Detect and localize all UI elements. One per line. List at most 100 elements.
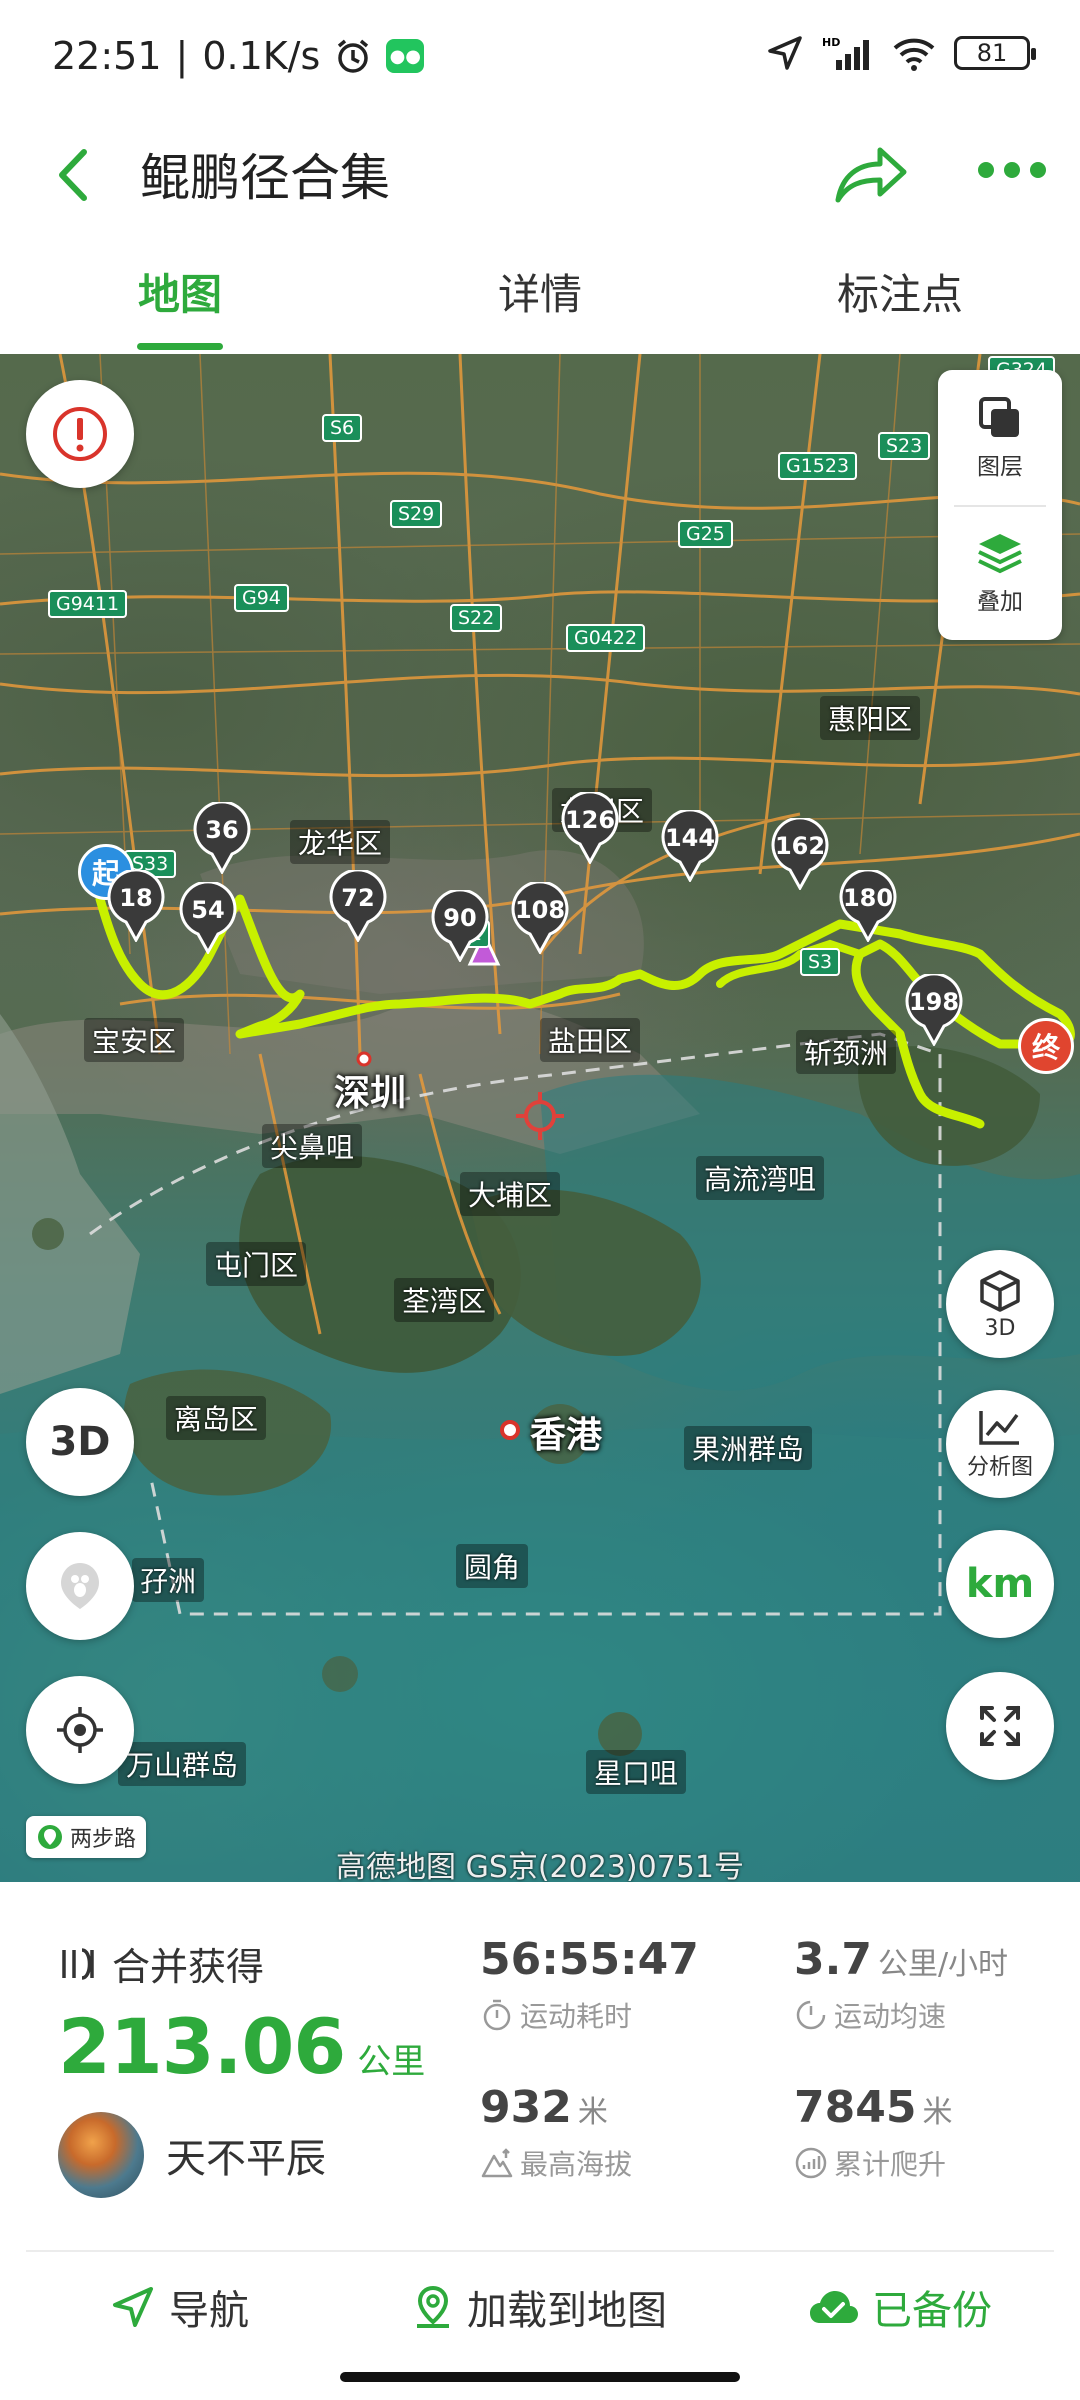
km-marker-180[interactable]: 180 [838, 870, 898, 942]
avatar[interactable] [58, 2112, 144, 2198]
km-marker-144[interactable]: 144 [660, 810, 720, 882]
highway-badge: G0422 [566, 624, 646, 652]
bottom-actions: 导航 加载到地图 已备份 [0, 2252, 1080, 2362]
place-label: 圆角 [456, 1544, 529, 1588]
km-marker-label: 162 [774, 832, 826, 860]
footprint-button[interactable] [26, 1532, 134, 1640]
km-marker-162[interactable]: 162 [770, 818, 830, 890]
highway-badge: S6 [322, 414, 363, 442]
alarm-icon [338, 39, 369, 73]
analysis-chart-button[interactable]: 分析图 [946, 1390, 1054, 1498]
back-arrow-icon[interactable] [40, 140, 110, 210]
highway-badge: S29 [390, 500, 443, 528]
crosshair-icon [57, 1707, 103, 1753]
net-speed: 0.1K/s [202, 34, 321, 78]
layers-panel: 图层 叠加 [938, 370, 1062, 640]
merge-info: 合并获得 [58, 1936, 264, 1991]
more-options-icon[interactable] [978, 162, 1046, 178]
layers-button[interactable]: 图层 [938, 370, 1062, 505]
highway-badge: S23 [878, 432, 931, 460]
place-label: 荃湾区 [394, 1278, 495, 1322]
km-marker-label: 126 [564, 806, 616, 834]
climb-unit: 米 [922, 2095, 953, 2130]
tab-map[interactable]: 地图 [0, 240, 360, 354]
max-alt-unit: 米 [577, 2095, 608, 2130]
cube-icon [980, 1269, 1020, 1312]
duration-value: 56:55:47 [480, 1934, 699, 1985]
km-marker-54[interactable]: 54 [178, 882, 238, 954]
avg-speed-value: 3.7 [794, 1934, 872, 1985]
max-alt-label: 最高海拔 [520, 2148, 633, 2181]
page-title: 鲲鹏径合集 [140, 149, 390, 207]
km-marker-label: 108 [514, 896, 566, 924]
total-distance: 213.06 公里 [58, 2002, 425, 2091]
alert-button[interactable] [26, 380, 134, 488]
place-label: 果洲群岛 [684, 1426, 813, 1470]
max-alt-value: 932 [480, 2082, 572, 2133]
km-toggle-button[interactable]: km [946, 1530, 1054, 1638]
track-stats: 合并获得 213.06 公里 天不平辰 56:55:47 运动耗时 3.7 公里/… [0, 1882, 1080, 2242]
km-marker-126[interactable]: 126 [560, 792, 620, 864]
layers-label: 图层 [977, 453, 1023, 480]
distance-value: 213.06 [58, 2002, 346, 2091]
load-to-map-button[interactable]: 加载到地图 [360, 2252, 720, 2362]
user-info[interactable]: 天不平辰 [58, 2112, 326, 2198]
overlay-button[interactable]: 叠加 [938, 505, 1062, 640]
chart-icon [979, 1411, 1019, 1445]
km-marker-36[interactable]: 36 [192, 802, 252, 874]
user-name[interactable]: 天不平辰 [166, 2126, 326, 2184]
alert-icon [53, 407, 107, 461]
place-label: 离岛区 [166, 1396, 267, 1440]
navigate-button[interactable]: 导航 [0, 2252, 360, 2362]
fullscreen-icon [980, 1706, 1020, 1746]
km-marker-90[interactable]: 90 [430, 890, 490, 962]
stat-total-climb: 7845 米 累计爬升 [794, 2082, 952, 2183]
highway-badge: S3 [800, 948, 841, 976]
tab-marked-points[interactable]: 标注点 [720, 240, 1080, 354]
place-label: 万山群岛 [118, 1742, 247, 1786]
speed-icon [796, 2000, 826, 2030]
home-indicator[interactable] [340, 2372, 740, 2382]
fullscreen-button[interactable] [946, 1672, 1054, 1780]
tab-details[interactable]: 详情 [360, 240, 720, 354]
merge-label: 合并获得 [112, 1945, 265, 1989]
km-marker-72[interactable]: 72 [328, 870, 388, 942]
route-end-marker[interactable]: 终 [1018, 1018, 1074, 1074]
km-marker-18[interactable]: 18 [106, 870, 166, 942]
km-marker-label: 90 [443, 904, 477, 932]
place-label: 斩颈洲 [796, 1030, 897, 1074]
place-label: 尖鼻咀 [262, 1124, 363, 1168]
map-view[interactable]: S6 S23 G1523 S29 G25 G94 G9411 S22 G0422… [0, 354, 1080, 1882]
climb-chart-icon [795, 2147, 827, 2179]
backup-status-button[interactable]: 已备份 [720, 2252, 1080, 2362]
share-icon[interactable] [830, 140, 910, 210]
layers-icon [979, 396, 1019, 437]
km-marker-label: 180 [842, 884, 894, 912]
overlay-label: 叠加 [977, 588, 1023, 615]
view-3d-button[interactable]: 3D [946, 1250, 1054, 1358]
map-3d-mode-button[interactable]: 3D [26, 1388, 134, 1496]
stat-duration: 56:55:47 运动耗时 [480, 1934, 699, 2035]
locate-me-button[interactable] [26, 1676, 134, 1784]
km-marker-label: 18 [119, 884, 153, 912]
map-copyright: 高德地图 GS京(2023)0751号 [336, 1850, 744, 1882]
km-marker-label: 198 [908, 988, 960, 1016]
app-bar: 鲲鹏径合集 [0, 110, 1080, 240]
3d-mode-icon: 3D [49, 1419, 111, 1465]
place-label: 星口咀 [586, 1750, 687, 1794]
stat-avg-speed: 3.7 公里/小时 运动均速 [794, 1934, 1008, 2035]
km-marker-label: 54 [191, 896, 225, 924]
highway-badge: S22 [450, 604, 503, 632]
place-label: 宝安区 [84, 1018, 185, 1062]
distance-unit: 公里 [357, 2042, 426, 2082]
wifi-icon [893, 38, 935, 71]
highway-badge: G25 [678, 520, 733, 548]
navigation-arrow-icon [113, 2287, 153, 2327]
km-marker-198[interactable]: 198 [904, 974, 964, 1046]
km-marker-108[interactable]: 108 [510, 882, 570, 954]
stack-icon [978, 533, 1022, 573]
footprint-icon [61, 1563, 99, 1609]
highway-badge: G94 [234, 584, 289, 612]
place-label: 龙华区 [290, 820, 391, 864]
view-3d-label: 3D [984, 1315, 1016, 1341]
